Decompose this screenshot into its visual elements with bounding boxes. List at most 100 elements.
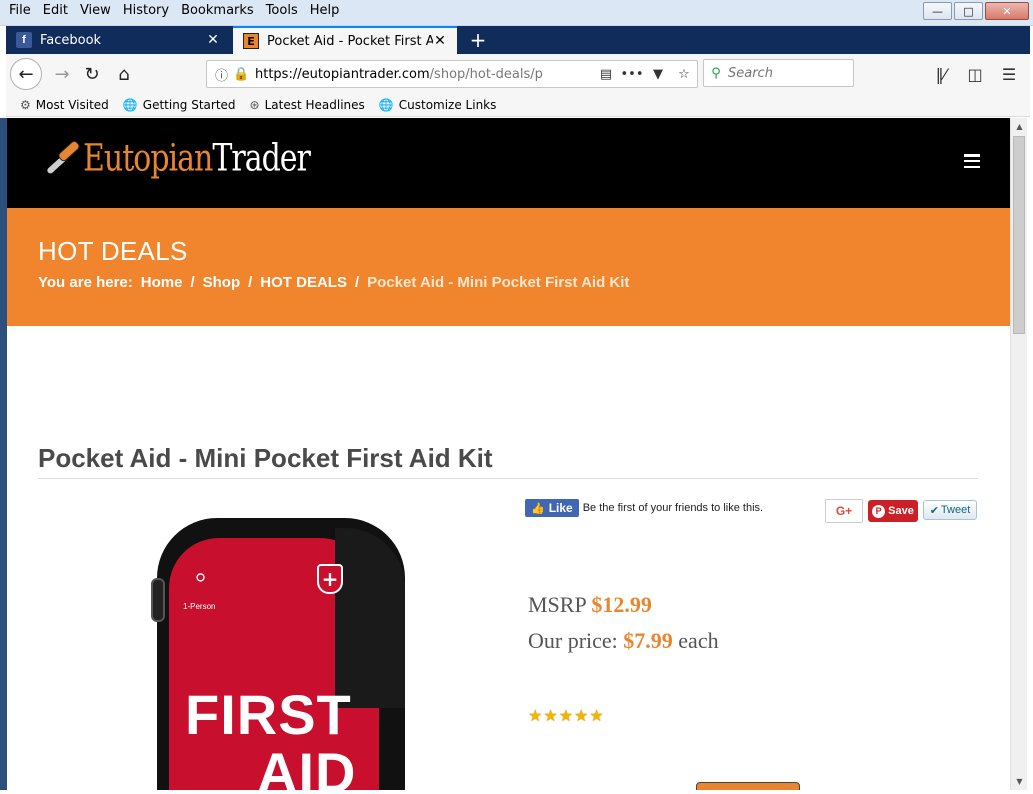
forward-button[interactable]: → — [48, 60, 76, 88]
bag-body: ⚪ 1-Person + FIRST AID — [151, 518, 405, 790]
menu-view[interactable]: View — [79, 3, 112, 18]
scroll-thumb[interactable] — [1013, 136, 1025, 334]
menu-icon[interactable]: ☰ — [994, 60, 1024, 88]
page-actions-icon[interactable]: ••• — [619, 67, 645, 82]
bag-text-aid: AID — [257, 741, 357, 790]
bag-text-first: FIRST — [185, 683, 352, 746]
nav-toolbar: ← → ↻ ⌂ ⓘ 🔒 https://eutopiantrader.com/s… — [6, 54, 1030, 94]
price-label: Our price: — [528, 628, 618, 653]
globe-icon: 🌐 — [122, 98, 138, 112]
tweet-button[interactable]: ✔ Tweet — [923, 500, 977, 520]
add-to-cart-button[interactable] — [696, 782, 800, 790]
bookmarks-bar: ⚙ Most Visited 🌐 Getting Started ⊛ Latest H… — [6, 94, 1030, 117]
web-page: EutopianTrader HOT DEALS You are here: H… — [7, 118, 1010, 790]
price-value: $7.99 — [623, 628, 673, 653]
product-title: Pocket Aid - Mini Pocket First Aid Kit — [38, 443, 493, 473]
pinterest-icon: P — [872, 504, 886, 518]
reader-view-icon[interactable]: ▤ — [593, 67, 619, 82]
url-text[interactable]: https://eutopiantrader.com/shop/hot-deal… — [255, 67, 593, 82]
page-title: HOT DEALS — [38, 236, 188, 266]
rating-stars: ★ ★ ★ ★ ★ — [528, 708, 604, 724]
back-button[interactable]: ← — [10, 58, 42, 90]
new-tab-button[interactable]: + — [464, 26, 492, 54]
breadcrumb-prefix: You are here: — [38, 274, 133, 291]
price-block: MSRP $12.99 Our price: $7.99 each — [528, 592, 719, 654]
menu-edit[interactable]: Edit — [42, 3, 69, 18]
person-icon: ⚪ — [193, 568, 209, 589]
home-icon[interactable]: ⌂ — [110, 60, 138, 88]
close-window-button[interactable]: ✕ — [985, 2, 1029, 20]
star-icon: ★ — [574, 706, 589, 725]
url-host: https://eutopiantrader.com — [255, 66, 430, 82]
like-button[interactable]: 👍 Like — [525, 499, 579, 517]
library-icon[interactable]: ‖⁄ — [926, 60, 956, 88]
site-logo[interactable]: EutopianTrader — [41, 136, 311, 180]
tab-title: Pocket Aid - Pocket First Aid Kit — [267, 33, 433, 49]
price-unit: each — [678, 628, 719, 653]
url-path: /shop/hot-deals/p — [429, 66, 543, 82]
menu-tools[interactable]: Tools — [265, 3, 299, 18]
info-icon[interactable]: ⓘ — [215, 65, 233, 84]
star-icon: ★ — [528, 706, 543, 725]
hamburger-menu-icon[interactable] — [964, 154, 980, 168]
bookmark-star-icon[interactable]: ☆ — [671, 67, 697, 82]
search-bar[interactable]: ⚲ — [703, 59, 854, 87]
menu-history[interactable]: History — [122, 3, 170, 18]
sidebar-icon[interactable]: ◫ — [960, 60, 990, 88]
close-icon[interactable]: ✕ — [206, 32, 220, 48]
search-icon: ⚲ — [711, 65, 721, 81]
rss-icon: ⊛ — [249, 98, 260, 112]
knife-logo-icon — [41, 138, 83, 178]
menu-bookmarks[interactable]: Bookmarks — [180, 3, 255, 18]
breadcrumb-separator: / — [248, 274, 253, 291]
zipper-icon — [151, 578, 165, 622]
like-label: Like — [548, 501, 573, 515]
globe-icon: 🌐 — [378, 98, 394, 112]
minimize-button[interactable]: — — [923, 2, 952, 20]
breadcrumb-home[interactable]: Home — [141, 274, 183, 291]
site-favicon-icon: E — [243, 33, 259, 49]
pocket-icon[interactable]: ▼ — [645, 67, 671, 82]
twitter-bird-icon: ✔ — [929, 504, 939, 517]
page-banner: HOT DEALS You are here: Home / Shop / HO… — [7, 208, 1010, 326]
tab-title: Facebook — [40, 32, 102, 48]
tweet-label: Tweet — [940, 504, 971, 516]
bookmark-latest-headlines[interactable]: ⊛ Latest Headlines — [250, 98, 365, 112]
menu-file[interactable]: File — [8, 3, 32, 18]
bookmark-customize-links[interactable]: 🌐 Customize Links — [379, 98, 497, 112]
menu-bar: File Edit View History Bookmarks Tools H… — [8, 3, 340, 18]
scroll-up-arrow-icon[interactable]: ▲ — [1011, 118, 1028, 135]
bookmark-most-visited[interactable]: ⚙ Most Visited — [20, 98, 109, 112]
star-icon: ★ — [589, 706, 604, 725]
maximize-button[interactable]: □ — [954, 2, 983, 20]
tab-facebook[interactable]: f Facebook ✕ — [6, 26, 230, 54]
msrp-value: $12.99 — [591, 592, 652, 617]
site-header: EutopianTrader — [7, 118, 1010, 208]
bookmark-getting-started[interactable]: 🌐 Getting Started — [123, 98, 236, 112]
reload-button[interactable]: ↻ — [78, 60, 106, 88]
bookmark-label: Most Visited — [35, 98, 109, 112]
breadcrumb-shop[interactable]: Shop — [203, 274, 241, 291]
breadcrumb-hot-deals[interactable]: HOT DEALS — [260, 274, 347, 291]
breadcrumb-separator: / — [354, 274, 360, 291]
price-line: Our price: $7.99 each — [528, 628, 719, 654]
lock-icon: 🔒 — [233, 66, 250, 82]
brand-part-b: Trader — [212, 136, 311, 180]
tab-pocket-aid[interactable]: E Pocket Aid - Pocket First Aid Kit ✕ — [233, 26, 457, 54]
bookmark-label: Getting Started — [142, 98, 236, 112]
window-controls: — □ ✕ — [923, 2, 1029, 20]
search-input[interactable] — [728, 65, 838, 81]
close-icon[interactable]: ✕ — [433, 33, 447, 49]
scroll-down-arrow-icon[interactable]: ▼ — [1011, 773, 1028, 790]
bookmark-label: Customize Links — [398, 98, 497, 112]
google-plus-button[interactable]: G+ — [825, 499, 863, 523]
product-image[interactable]: ⚪ 1-Person + FIRST AID — [151, 518, 407, 790]
window-left-edge — [0, 118, 7, 790]
page-scrollbar[interactable]: ▲ ▼ — [1010, 118, 1027, 790]
thumbs-up-icon: 👍 — [531, 502, 545, 515]
menu-help[interactable]: Help — [309, 3, 341, 18]
msrp-line: MSRP $12.99 — [528, 592, 719, 618]
msrp-label: MSRP — [528, 592, 586, 617]
pinterest-save-button[interactable]: P Save — [868, 500, 918, 522]
url-bar[interactable]: ⓘ 🔒 https://eutopiantrader.com/shop/hot-… — [206, 60, 698, 88]
